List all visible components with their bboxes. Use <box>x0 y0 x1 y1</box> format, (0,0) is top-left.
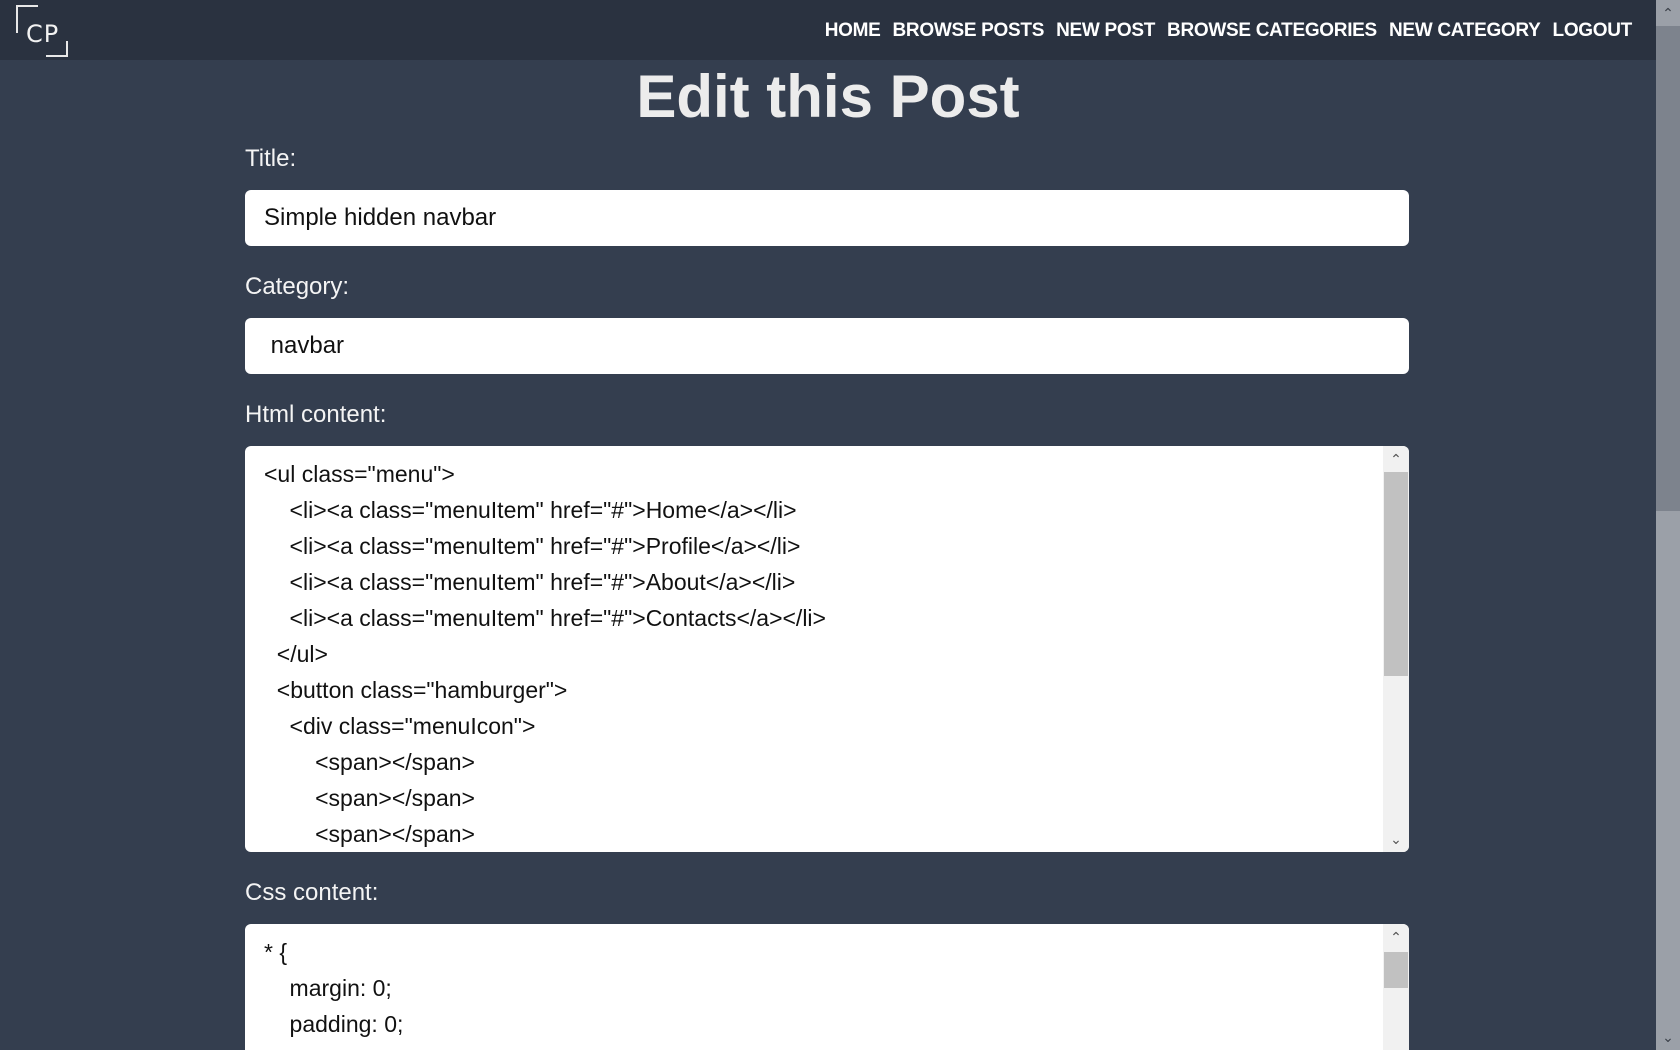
nav-home-link[interactable]: HOME <box>825 20 881 42</box>
css-content-textarea[interactable]: * { margin: 0; padding: 0; ⌃ <box>245 924 1409 1050</box>
nav-logout-link[interactable]: LOGOUT <box>1553 20 1633 42</box>
title-label: Title: <box>245 145 297 172</box>
category-input[interactable] <box>245 318 1409 374</box>
css-scroll-thumb[interactable] <box>1384 952 1408 988</box>
html-content-textarea[interactable]: <ul class="menu"> <li><a class="menuItem… <box>245 446 1409 852</box>
page: CP HOME BROWSE POSTS NEW POST BROWSE CAT… <box>0 0 1680 1050</box>
nav-new-category-link[interactable]: NEW CATEGORY <box>1389 20 1541 42</box>
nav-browse-categories-link[interactable]: BROWSE CATEGORIES <box>1167 20 1377 42</box>
html-content-scrollbar[interactable]: ⌃ ⌄ <box>1383 446 1409 852</box>
nav-new-post-link[interactable]: NEW POST <box>1056 20 1155 42</box>
nav-browse-posts-link[interactable]: BROWSE POSTS <box>893 20 1045 42</box>
scroll-down-icon[interactable]: ⌄ <box>1656 1024 1680 1050</box>
html-content-label: Html content: <box>245 401 387 428</box>
css-content-label: Css content: <box>245 879 379 906</box>
page-scroll-thumb[interactable] <box>1656 26 1680 511</box>
html-content-text: <ul class="menu"> <li><a class="menuItem… <box>264 461 826 847</box>
html-scroll-thumb[interactable] <box>1384 472 1408 676</box>
css-content-text: * { margin: 0; padding: 0; <box>264 939 404 1037</box>
logo[interactable]: CP <box>16 5 68 57</box>
css-content-scrollbar[interactable]: ⌃ <box>1383 924 1409 1050</box>
scroll-up-icon[interactable]: ⌃ <box>1383 924 1409 950</box>
navbar: CP HOME BROWSE POSTS NEW POST BROWSE CAT… <box>0 0 1656 60</box>
page-title: Edit this Post <box>636 63 1020 130</box>
scroll-up-icon[interactable]: ⌃ <box>1383 446 1409 472</box>
title-input[interactable] <box>245 190 1409 246</box>
page-scrollbar[interactable]: ⌃ ⌄ <box>1656 0 1680 1050</box>
scroll-down-icon[interactable]: ⌄ <box>1383 826 1409 852</box>
logo-text: CP <box>26 20 60 48</box>
category-label: Category: <box>245 273 350 300</box>
nav-links: HOME BROWSE POSTS NEW POST BROWSE CATEGO… <box>825 20 1633 42</box>
scroll-up-icon[interactable]: ⌃ <box>1656 0 1680 26</box>
